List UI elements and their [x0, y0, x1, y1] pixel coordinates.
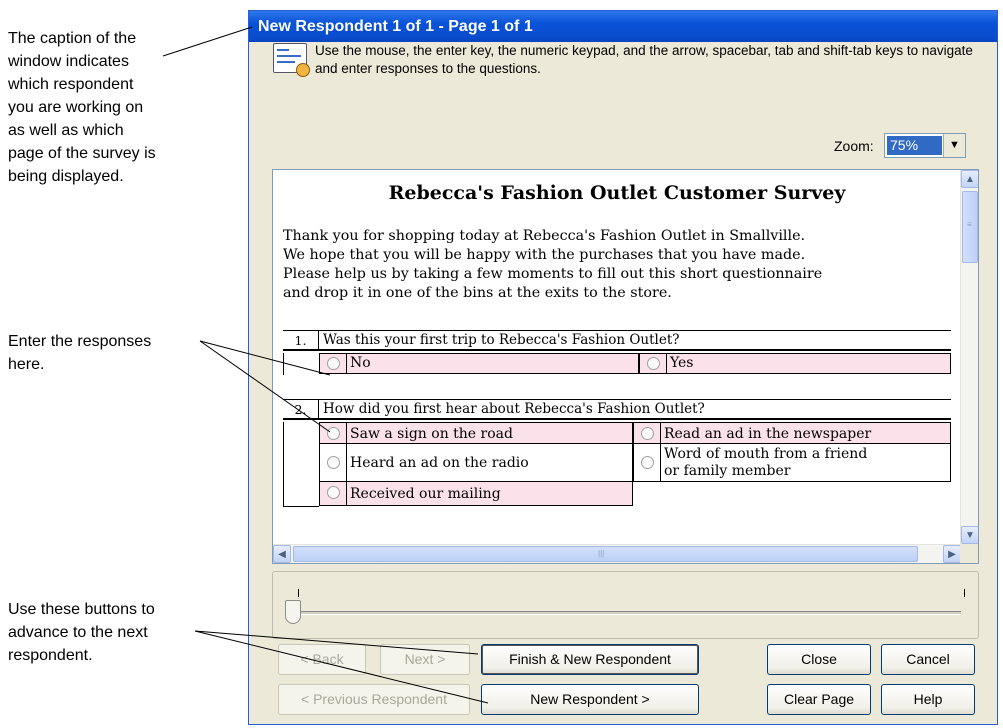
window-title: New Respondent 1 of 1 - Page 1 of 1 [249, 11, 997, 42]
callout-line: respondent. [8, 647, 93, 664]
radio-icon[interactable] [641, 456, 654, 469]
slider-thumb[interactable] [285, 600, 301, 624]
question-number: 1. [283, 331, 319, 350]
question-2-header: 2. How did you first hear about Rebecca'… [283, 399, 951, 420]
option-label: Yes [670, 355, 694, 371]
next-button[interactable]: Next > [380, 644, 470, 675]
radio-icon[interactable] [641, 427, 654, 440]
page-slider[interactable] [272, 571, 979, 639]
callout-line: Enter the responses [8, 333, 152, 350]
user-icon [296, 63, 310, 77]
back-button[interactable]: < Back [278, 644, 366, 675]
instructions-text: Use the mouse, the enter key, the numeri… [315, 43, 973, 76]
dropdown-arrow-icon[interactable]: ▼ [943, 134, 965, 157]
callout-line: Use these buttons to [8, 601, 155, 618]
radio-icon[interactable] [327, 427, 340, 440]
callout-line: advance to the next [8, 624, 148, 641]
q2-option-sign[interactable]: Saw a sign on the road [319, 422, 633, 444]
intro-line: Thank you for shopping today at Rebecca'… [283, 228, 806, 244]
radio-icon[interactable] [647, 357, 660, 370]
survey-viewport: Rebecca's Fashion Outlet Customer Survey… [272, 169, 979, 564]
survey-title: Rebecca's Fashion Outlet Customer Survey [388, 182, 846, 204]
vertical-scrollbar[interactable]: ▲ ≡ ▼ [960, 170, 978, 544]
option-label: Received our mailing [350, 486, 501, 502]
option-label: No [350, 355, 371, 371]
zoom-value: 75% [886, 135, 943, 156]
slider-track[interactable] [289, 611, 961, 615]
option-label: Word of mouth from a friend [664, 446, 868, 462]
option-label: Heard an ad on the radio [350, 455, 529, 471]
radio-icon[interactable] [327, 486, 340, 499]
callout-line: window indicates [8, 53, 129, 70]
horizontal-scrollbar[interactable]: ◀ ||| ▶ [273, 544, 961, 563]
scrollbar-corner [960, 544, 978, 563]
zoom-label: Zoom: [834, 138, 874, 154]
question-text: How did you first hear about Rebecca's F… [323, 401, 705, 417]
callout-line: page of the survey is [8, 145, 156, 162]
callout-line: which respondent [8, 76, 134, 93]
q2-option-radio[interactable]: Heard an ad on the radio [319, 444, 633, 482]
intro-line: and drop it in one of the bins at the ex… [283, 285, 672, 301]
option-label: Read an ad in the newspaper [664, 426, 872, 442]
callout-line: you are working on [8, 99, 144, 116]
slider-tick [298, 589, 299, 597]
q2-option-word-of-mouth[interactable]: Word of mouth from a friend or family me… [633, 444, 951, 482]
q2-option-mailing[interactable]: Received our mailing [319, 482, 633, 506]
callout-line: here. [8, 356, 45, 373]
slider-tick [964, 589, 965, 597]
finish-new-respondent-button[interactable]: Finish & New Respondent [481, 644, 699, 675]
survey-form-icon [273, 43, 310, 77]
scroll-right-icon[interactable]: ▶ [943, 545, 961, 563]
callout-line: The caption of the [8, 30, 137, 47]
callout-responses: Enter the responses here. [8, 330, 151, 376]
q1-option-yes[interactable]: Yes [639, 353, 951, 374]
q1-option-no[interactable]: No [319, 353, 639, 374]
clear-page-button[interactable]: Clear Page [767, 684, 871, 715]
callout-caption: The caption of the window indicates whic… [8, 27, 156, 188]
question-number: 2. [283, 400, 319, 419]
callout-buttons: Use these buttons to advance to the next… [8, 598, 155, 667]
radio-icon[interactable] [327, 456, 340, 469]
previous-respondent-button[interactable]: < Previous Respondent [278, 684, 470, 715]
respondent-window: New Respondent 1 of 1 - Page 1 of 1 Use … [248, 10, 998, 725]
zoom-select[interactable]: 75% ▼ [884, 133, 966, 158]
question-text: Was this your first trip to Rebecca's Fa… [323, 332, 680, 348]
survey-page: Rebecca's Fashion Outlet Customer Survey… [273, 170, 961, 544]
new-respondent-button[interactable]: New Respondent > [481, 684, 699, 715]
scroll-left-icon[interactable]: ◀ [273, 545, 291, 563]
survey-intro: Thank you for shopping today at Rebecca'… [283, 227, 955, 303]
scroll-down-icon[interactable]: ▼ [961, 526, 978, 544]
callout-line: as well as which [8, 122, 124, 139]
intro-line: We hope that you will be happy with the … [283, 247, 806, 263]
callout-line: being displayed. [8, 168, 124, 185]
cancel-button[interactable]: Cancel [881, 644, 975, 675]
option-label: or family member [664, 463, 791, 479]
option-label: Saw a sign on the road [350, 426, 513, 442]
caption-leader-line [162, 26, 253, 57]
help-button[interactable]: Help [881, 684, 975, 715]
scroll-up-icon[interactable]: ▲ [961, 170, 978, 188]
close-button[interactable]: Close [767, 644, 871, 675]
question-1-header: 1. Was this your first trip to Rebecca's… [283, 330, 951, 351]
q2-option-newspaper[interactable]: Read an ad in the newspaper [633, 422, 951, 444]
vertical-scroll-thumb[interactable]: ≡ [962, 191, 978, 263]
radio-icon[interactable] [327, 357, 340, 370]
intro-line: Please help us by taking a few moments t… [283, 266, 823, 282]
horizontal-scroll-thumb[interactable]: ||| [293, 546, 918, 562]
